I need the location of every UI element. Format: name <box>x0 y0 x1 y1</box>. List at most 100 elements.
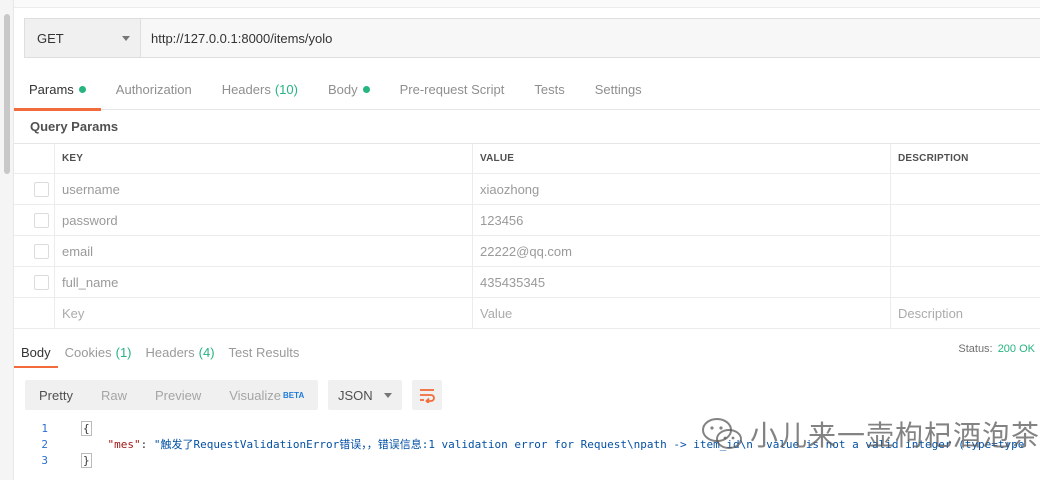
table-row: username xiaozhong <box>14 174 1040 205</box>
view-mode-group: Pretty Raw Preview Visualize BETA <box>25 380 318 410</box>
query-params-table: KEY VALUE DESCRIPTION username xiaozhong… <box>14 143 1040 329</box>
param-value-field[interactable]: xiaozhong <box>473 174 891 204</box>
response-status: Status: 200 OK <box>958 343 1035 355</box>
json-key: "mes" <box>107 438 141 451</box>
tab-settings[interactable]: Settings <box>580 70 657 110</box>
visualize-button[interactable]: Visualize BETA <box>215 380 318 410</box>
tab-label: Settings <box>594 82 642 97</box>
table-row-new: Key Value Description <box>14 298 1040 329</box>
tab-cookies[interactable]: Cookies (1) <box>58 338 139 366</box>
top-strip <box>14 0 1040 8</box>
close-brace: } <box>81 452 92 468</box>
wrap-lines-icon <box>420 389 435 403</box>
tab-label: Body <box>327 82 358 97</box>
chevron-down-icon <box>384 392 392 398</box>
tab-label: Params <box>29 82 74 97</box>
tab-count: (4) <box>198 344 215 360</box>
tab-label: Pre-request Script <box>399 82 505 97</box>
check-cell <box>14 267 55 297</box>
tab-label: Tests <box>534 82 565 97</box>
new-description-input[interactable]: Description <box>891 298 1040 328</box>
tab-label: Authorization <box>115 82 192 97</box>
param-key-field[interactable]: password <box>55 205 473 235</box>
tab-count: (1) <box>115 344 132 360</box>
tab-label: Cookies <box>64 344 112 360</box>
table-row: email 22222@qq.com <box>14 236 1040 267</box>
param-value-field[interactable]: 435435345 <box>473 267 891 297</box>
response-code-view[interactable]: 1 { 2 "mes": "触发了RequestValidationError错… <box>24 420 1040 480</box>
check-cell <box>14 174 55 204</box>
json-value: "触发了RequestValidationError错误，，错误信息:1 val… <box>153 438 1025 451</box>
raw-button[interactable]: Raw <box>87 380 141 410</box>
param-checkbox[interactable] <box>33 243 49 259</box>
tab-label: Body <box>21 344 51 360</box>
code-line: 3 } <box>24 452 1040 468</box>
format-label: JSON <box>338 387 373 403</box>
param-value-field[interactable]: 123456 <box>473 205 891 235</box>
param-description-field[interactable] <box>891 236 1040 266</box>
code-text: { <box>58 420 92 436</box>
body-indicator-dot <box>362 86 370 93</box>
url-input[interactable]: http://127.0.0.1:8000/items/yolo <box>141 19 1040 57</box>
tab-body[interactable]: Body <box>313 70 385 110</box>
method-select[interactable]: GET <box>25 19 141 57</box>
param-value-field[interactable]: 22222@qq.com <box>473 236 891 266</box>
method-label: GET <box>37 30 64 46</box>
column-header-description: DESCRIPTION <box>898 153 969 164</box>
visualize-label: Visualize <box>229 387 282 403</box>
tab-test-results[interactable]: Test Results <box>222 338 307 366</box>
request-url-bar: GET http://127.0.0.1:8000/items/yolo <box>24 18 1040 58</box>
pretty-button[interactable]: Pretty <box>25 380 87 410</box>
param-description-field[interactable] <box>891 267 1040 297</box>
code-line: 1 { <box>24 420 1040 436</box>
wrap-lines-button[interactable] <box>412 380 442 410</box>
new-key-input[interactable]: Key <box>55 298 473 328</box>
tab-label: Headers <box>145 344 195 360</box>
param-checkbox[interactable] <box>33 181 49 197</box>
table-row: full_name 435435345 <box>14 267 1040 298</box>
params-indicator-dot <box>78 86 86 93</box>
code-text: "mes": "触发了RequestValidationError错误，，错误信… <box>58 436 1025 452</box>
table-header-row: KEY VALUE DESCRIPTION <box>14 144 1040 174</box>
param-key-field[interactable]: full_name <box>55 267 473 297</box>
tab-label: Headers <box>221 82 271 97</box>
tab-headers[interactable]: Headers (10) <box>207 70 313 110</box>
tab-tests[interactable]: Tests <box>519 70 579 110</box>
url-value: http://127.0.0.1:8000/items/yolo <box>151 30 333 46</box>
response-tabs: Body Cookies (1) Headers (4) Test Results <box>14 338 1040 368</box>
scrollbar-thumb[interactable] <box>4 14 10 174</box>
open-brace: { <box>81 420 92 436</box>
check-cell <box>14 298 55 328</box>
vertical-scrollbar[interactable] <box>0 0 14 480</box>
header-check-cell <box>14 144 55 173</box>
param-description-field[interactable] <box>891 205 1040 235</box>
status-label: Status: <box>958 343 993 355</box>
tab-response-body[interactable]: Body <box>14 338 58 368</box>
param-checkbox[interactable] <box>33 274 49 290</box>
json-colon: : <box>140 438 154 451</box>
preview-button[interactable]: Preview <box>141 380 215 410</box>
tab-authorization[interactable]: Authorization <box>101 70 207 110</box>
check-cell <box>14 205 55 235</box>
check-cell <box>14 236 55 266</box>
param-description-field[interactable] <box>891 174 1040 204</box>
column-header-key: KEY <box>55 144 473 173</box>
param-key-field[interactable]: email <box>55 236 473 266</box>
line-number: 2 <box>41 437 48 451</box>
status-badge: 200 OK <box>997 343 1035 355</box>
format-select[interactable]: JSON <box>328 380 402 410</box>
param-key-field[interactable]: username <box>55 174 473 204</box>
code-text: } <box>58 452 92 468</box>
chevron-down-icon <box>122 35 130 41</box>
tab-params[interactable]: Params <box>14 70 101 111</box>
code-line: 2 "mes": "触发了RequestValidationError错误，，错… <box>24 436 1040 452</box>
query-params-title: Query Params <box>30 119 119 134</box>
tab-response-headers[interactable]: Headers (4) <box>139 338 222 366</box>
beta-badge: BETA <box>283 390 305 400</box>
line-number: 3 <box>41 453 48 467</box>
param-checkbox[interactable] <box>33 212 49 228</box>
new-value-input[interactable]: Value <box>473 298 891 328</box>
table-row: password 123456 <box>14 205 1040 236</box>
tab-label: Test Results <box>228 344 300 360</box>
tab-pre-request-script[interactable]: Pre-request Script <box>385 70 520 110</box>
